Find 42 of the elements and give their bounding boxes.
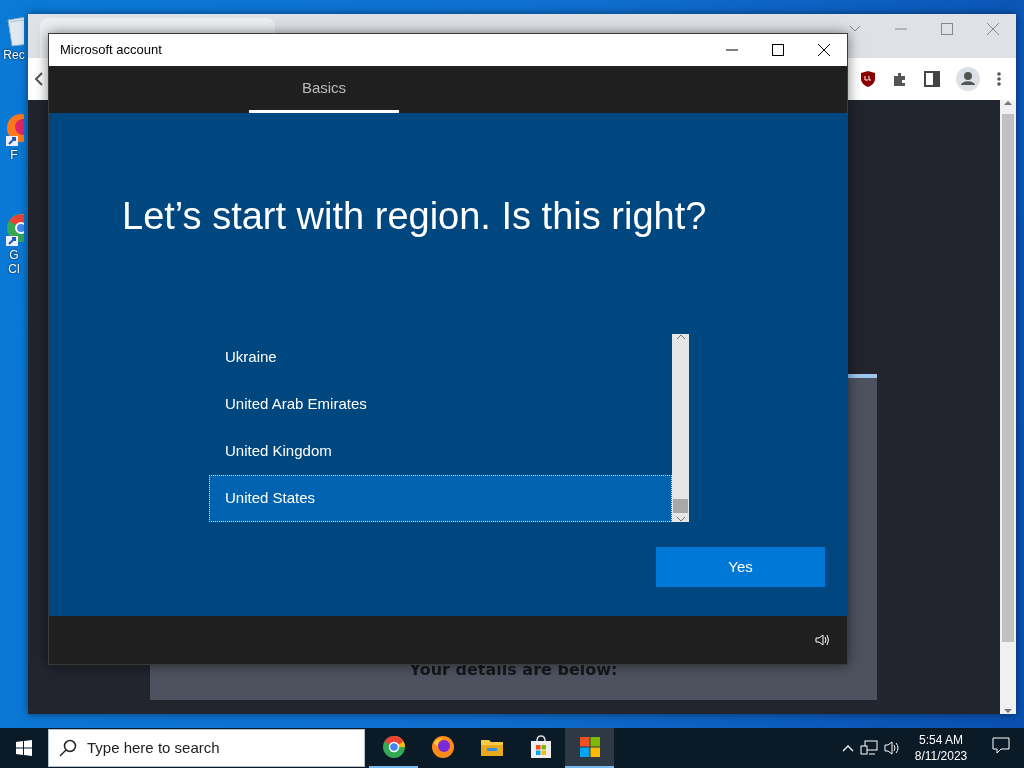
- firefox-icon[interactable]: [430, 735, 455, 759]
- close-icon[interactable]: [818, 44, 830, 56]
- heading: Let’s start with region. Is this right?: [122, 194, 708, 239]
- scroll-up-icon[interactable]: [675, 334, 686, 340]
- list-item[interactable]: United Kingdom: [209, 428, 672, 475]
- windows-logo-icon[interactable]: [577, 735, 602, 759]
- menu-icon[interactable]: [996, 71, 1002, 87]
- clock[interactable]: 5:54 AM 8/11/2023: [908, 732, 974, 764]
- scrollbar-thumb[interactable]: [673, 499, 688, 513]
- list-item[interactable]: United States: [209, 475, 672, 522]
- chevron-down-icon[interactable]: [849, 25, 861, 33]
- taskbar-app[interactable]: [565, 728, 614, 768]
- search-input[interactable]: Type here to search: [85, 735, 345, 761]
- maximize-icon[interactable]: [772, 44, 784, 56]
- window-title: Microsoft account: [60, 41, 162, 60]
- yes-button[interactable]: Yes: [656, 547, 825, 587]
- scroll-down-icon[interactable]: [675, 516, 686, 522]
- speaker-icon[interactable]: [884, 740, 902, 756]
- clock-date: 8/11/2023: [913, 748, 969, 764]
- list-item[interactable]: United Arab Emirates: [209, 381, 672, 428]
- scroll-down-icon[interactable]: [1004, 708, 1012, 714]
- clock-time: 5:54 AM: [918, 732, 964, 748]
- scrollbar[interactable]: [1000, 100, 1016, 714]
- notification-icon[interactable]: [992, 736, 1010, 754]
- scrollbar-thumb[interactable]: [1002, 114, 1014, 642]
- speaker-icon[interactable]: [815, 633, 829, 647]
- scrollbar[interactable]: [672, 334, 689, 522]
- search-icon: [59, 739, 77, 757]
- shopping-bag-icon[interactable]: [528, 735, 553, 759]
- side-panel-icon[interactable]: [924, 71, 940, 87]
- icon-label: G Cl: [8, 248, 20, 276]
- chrome-icon[interactable]: [381, 735, 406, 759]
- icon-label: F: [10, 148, 18, 162]
- network-icon[interactable]: [860, 740, 878, 756]
- list-item[interactable]: Ukraine: [209, 334, 672, 381]
- shield-icon[interactable]: [860, 70, 876, 88]
- profile-icon[interactable]: [956, 67, 980, 91]
- chevron-up-icon[interactable]: [842, 744, 854, 752]
- puzzle-icon[interactable]: [892, 71, 908, 87]
- windows-start-icon[interactable]: [16, 740, 32, 756]
- icon-label: Rec: [3, 48, 25, 62]
- search-field[interactable]: Type here to search: [48, 729, 365, 767]
